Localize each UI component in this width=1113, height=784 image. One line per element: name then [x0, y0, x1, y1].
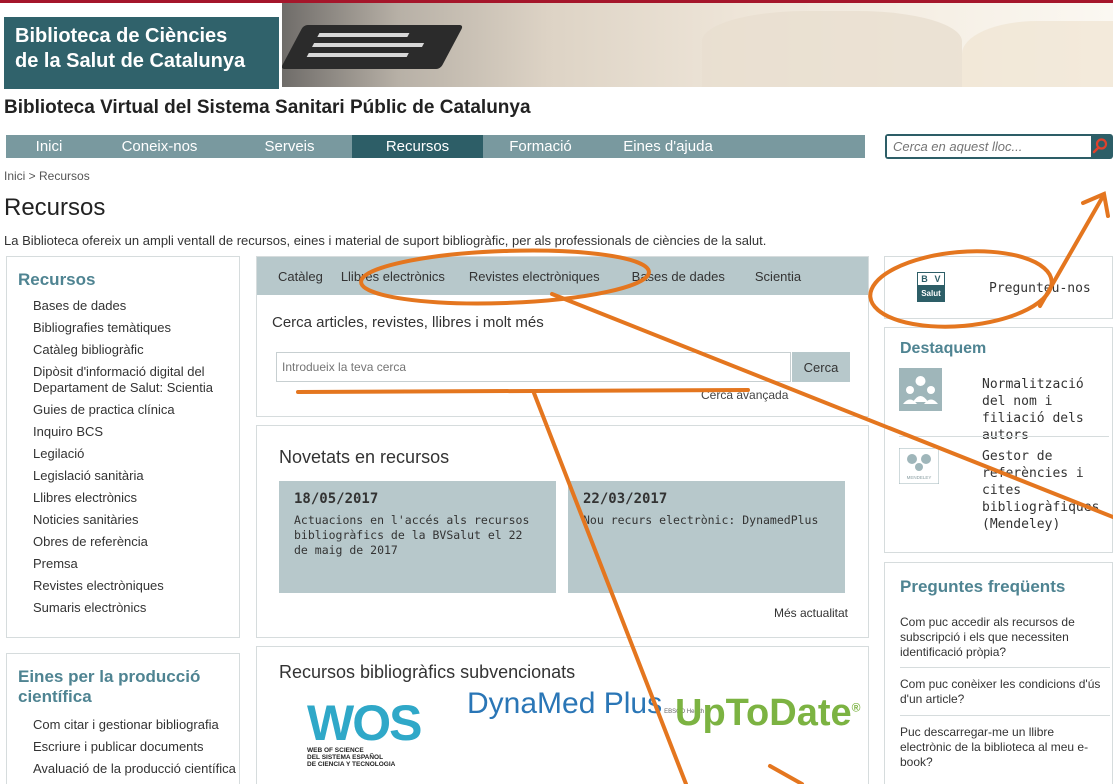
news-card[interactable]: 22/03/2017 Nou recurs electrònic: Dyname… — [568, 481, 845, 593]
advanced-search-link[interactable]: Cerca avançada — [701, 388, 788, 402]
wos-logo-subtext: DEL SISTEMA ESPAÑOL — [307, 754, 384, 761]
uptodate-logo-text: UpToDate — [675, 692, 852, 734]
mendeley-icon: MENDELEY — [899, 448, 939, 484]
news-title: Novetats en recursos — [279, 447, 450, 467]
featured-title: Destaquem — [900, 340, 987, 357]
nav-item-inici[interactable]: Inici — [6, 135, 92, 158]
resource-search-input[interactable] — [276, 352, 791, 382]
header-banner-image — [282, 3, 1113, 87]
featured-text[interactable]: Normalització del nom i filiació dels au… — [982, 376, 1112, 444]
bvsalut-logo: BV Salut — [917, 272, 945, 302]
nav-item-coneix-nos[interactable]: Coneix-nos — [92, 135, 227, 158]
resource-tabs: Catàleg Llibres electrònics Revistes ele… — [257, 257, 868, 295]
wos-logo-subtext: DE CIENCIA Y TECNOLOGIA — [307, 761, 396, 768]
sidebar-item[interactable]: Llibres electrònics — [33, 490, 239, 506]
faq-item[interactable]: Com puc accedir als recursos de subscrip… — [900, 615, 1105, 660]
news-panel: Novetats en recursos 18/05/2017 Actuacio… — [256, 425, 869, 638]
annotation-arrowhead — [1081, 191, 1110, 218]
logo-letter: B — [921, 274, 928, 284]
news-text[interactable]: Nou recurs electrònic: DynamedPlus — [583, 513, 830, 528]
nav-item-formacio[interactable]: Formació — [483, 135, 598, 158]
sidebar-item[interactable]: Legislació sanitària — [33, 468, 239, 484]
news-date: 22/03/2017 — [583, 491, 668, 507]
nav-item-eines-ajuda[interactable]: Eines d'ajuda — [598, 135, 738, 158]
subsidized-resources-panel: Recursos bibliogràfics subvencionats WOS… — [256, 646, 869, 784]
sidebar-item[interactable]: Bases de dades — [33, 298, 239, 314]
featured-item[interactable]: Normalització del nom i filiació dels au… — [899, 368, 1109, 443]
main-nav: Inici Coneix-nos Serveis Recursos Formac… — [6, 135, 865, 158]
featured-box: Destaquem Normalització del nom i filiac… — [884, 327, 1113, 553]
sidebar-item[interactable]: Sumaris electrònics — [33, 600, 239, 616]
news-text[interactable]: Actuacions en l'accés als recursos bibli… — [294, 513, 541, 558]
sidebar-item[interactable]: Bibliografies temàtiques — [33, 320, 239, 336]
sidebar-item[interactable]: Inquiro BCS — [33, 424, 239, 440]
news-date: 18/05/2017 — [294, 491, 379, 507]
site-title: Biblioteca Virtual del Sistema Sanitari … — [4, 97, 531, 118]
logo-letter: V — [934, 274, 941, 284]
book-shape — [702, 11, 962, 87]
sidebar-item[interactable]: Avaluació de la producció científica — [33, 761, 239, 777]
registered-mark: ® — [851, 700, 861, 715]
featured-item[interactable]: MENDELEY Gestor de referències i cites b… — [899, 448, 1109, 548]
ask-us-box[interactable]: BV Salut Pregunteu-nos — [884, 256, 1113, 319]
people-network-icon — [899, 368, 942, 411]
sidebar-recursos-title[interactable]: Recursos — [7, 257, 239, 290]
sidebar-item[interactable]: Dipòsit d'informació digital del Departa… — [33, 364, 223, 396]
search-button[interactable]: Cerca — [792, 352, 850, 382]
search-prompt: Cerca articles, revistes, llibres i molt… — [272, 314, 544, 331]
page-title: Recursos — [4, 194, 106, 221]
sidebar-item[interactable]: Legilació — [33, 446, 239, 462]
library-logo[interactable]: Biblioteca de Ciències de la Salut de Ca… — [4, 17, 279, 89]
logo-word: Salut — [921, 289, 941, 298]
faq-title: Preguntes freqüents — [900, 577, 1066, 596]
sidebar-item[interactable]: Noticies sanitàries — [33, 512, 239, 528]
site-search-input[interactable] — [887, 136, 1091, 157]
sidebar-item[interactable]: Escriure i publicar documents — [33, 739, 239, 755]
tab-revistes-electroniques[interactable]: Revistes electròniques — [469, 269, 600, 284]
featured-text[interactable]: Gestor de referències i cites bibliogràf… — [982, 448, 1112, 533]
faq-box: Preguntes freqüents Com puc accedir als … — [884, 562, 1113, 784]
faq-item[interactable]: Puc descarregar-me un llibre electrònic … — [900, 725, 1105, 770]
news-card[interactable]: 18/05/2017 Actuacions en l'accés als rec… — [279, 481, 556, 593]
nav-item-recursos[interactable]: Recursos — [352, 135, 483, 158]
divider — [899, 436, 1109, 437]
sidebar-item[interactable]: Guies de practica clínica — [33, 402, 239, 418]
breadcrumb[interactable]: Inici > Recursos — [4, 169, 90, 183]
uptodate-logo[interactable]: UpToDate® — [675, 692, 860, 735]
subsidized-title: Recursos bibliogràfics subvencionats — [279, 662, 576, 682]
sidebar-eines-title[interactable]: Eines per la producció científica — [7, 654, 207, 707]
dynamed-logo[interactable]: DynaMed Plus EBSCO Health — [467, 687, 704, 721]
tab-scientia[interactable]: Scientia — [755, 269, 801, 284]
sidebar-item[interactable]: Obres de referència — [33, 534, 239, 550]
resource-search-panel: Catàleg Llibres electrònics Revistes ele… — [256, 256, 869, 417]
faq-item[interactable]: Com puc conèixer les condicions d'ús d'u… — [900, 677, 1105, 707]
mendeley-icon-label: MENDELEY — [907, 475, 932, 480]
logo-line-1: Biblioteca de Ciències — [15, 25, 228, 47]
sidebar-item[interactable]: Revistes electròniques — [33, 578, 239, 594]
tab-cataleg[interactable]: Catàleg — [278, 269, 323, 284]
dynamed-logo-text: DynaMed Plus — [467, 687, 663, 720]
sidebar-eines: Eines per la producció científica Com ci… — [6, 653, 240, 784]
book-shape-2 — [962, 21, 1113, 87]
tab-bases-de-dades[interactable]: Bases de dades — [632, 269, 725, 284]
ask-us-link[interactable]: Pregunteu-nos — [989, 281, 1091, 296]
wos-logo[interactable]: WOS WEB OF SCIENCE DEL SISTEMA ESPAÑOL D… — [307, 695, 422, 768]
sidebar-item[interactable]: Com citar i gestionar bibliografia — [33, 717, 239, 733]
sidebar-item[interactable]: Premsa — [33, 556, 239, 572]
wos-logo-text: WOS — [307, 695, 422, 751]
nav-item-serveis[interactable]: Serveis — [227, 135, 352, 158]
divider — [900, 667, 1110, 668]
divider — [900, 715, 1110, 716]
keyboard-shape — [282, 25, 464, 69]
logo-line-2: de la Salut de Catalunya — [15, 50, 246, 72]
intro-text: La Biblioteca ofereix un ampli ventall d… — [4, 233, 767, 248]
sidebar-item[interactable]: Catàleg bibliogràfic — [33, 342, 239, 358]
search-icon[interactable] — [1091, 137, 1109, 155]
tab-llibres-electronics[interactable]: Llibres electrònics — [341, 269, 445, 284]
site-search — [885, 134, 1113, 159]
more-news-link[interactable]: Més actualitat — [774, 606, 848, 620]
sidebar-recursos: Recursos Bases de dades Bibliografies te… — [6, 256, 240, 638]
